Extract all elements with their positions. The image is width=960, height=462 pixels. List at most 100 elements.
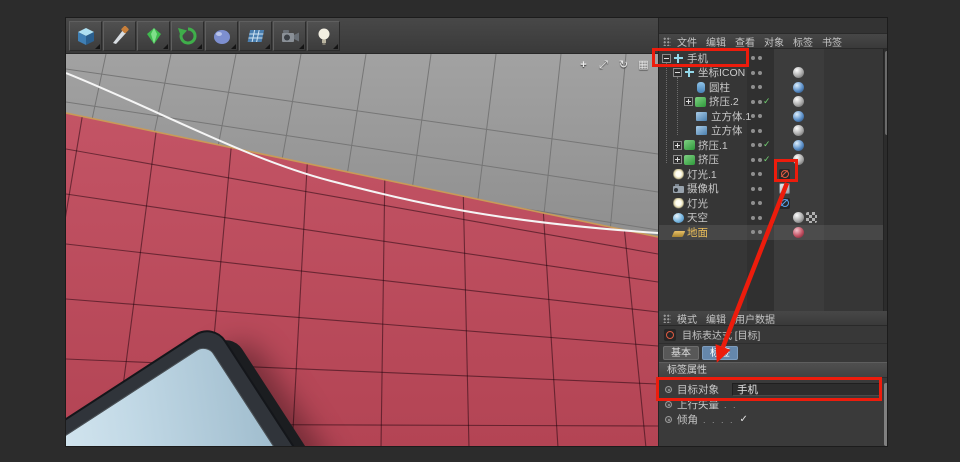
object-row-light-1[interactable]: 灯光.1: [659, 167, 884, 182]
menu-tag[interactable]: 标签: [793, 34, 813, 49]
material-tag-gray[interactable]: [793, 96, 804, 107]
object-label[interactable]: 灯光.1: [687, 167, 717, 182]
visibility-dots[interactable]: [751, 129, 762, 133]
null-object-icon: [684, 67, 695, 78]
object-label[interactable]: 挤压.2: [709, 94, 739, 109]
toggle-view-icon[interactable]: [637, 59, 650, 72]
object-label[interactable]: 手机: [687, 51, 708, 66]
grip-icon[interactable]: [663, 37, 671, 46]
knife-icon: [110, 26, 130, 46]
visibility-dots[interactable]: [751, 143, 762, 147]
visibility-dots[interactable]: [751, 172, 762, 176]
menu-edit[interactable]: 编辑: [706, 311, 726, 326]
gem-tool-icon[interactable]: [137, 21, 170, 51]
menu-object[interactable]: 对象: [764, 34, 784, 49]
material-tag-blue[interactable]: [793, 111, 804, 122]
object-row-floor[interactable]: 地面: [659, 225, 884, 240]
grip-icon[interactable]: [663, 314, 671, 323]
expand-icon[interactable]: [673, 155, 682, 164]
object-label[interactable]: 圆柱: [709, 80, 730, 95]
object-row-extrude[interactable]: 挤压: [659, 153, 884, 168]
visibility-dots[interactable]: [751, 187, 762, 191]
display-tag-icon[interactable]: [779, 183, 790, 194]
menu-user-data[interactable]: 用户数据: [735, 311, 775, 326]
object-label[interactable]: 天空: [687, 210, 708, 225]
visibility-dots[interactable]: [751, 114, 762, 118]
pan-icon[interactable]: [577, 59, 590, 72]
object-row-extrude-1[interactable]: 挤压.1: [659, 138, 884, 153]
object-label[interactable]: 立方体: [711, 123, 743, 138]
tag-properties-header: 标签属性: [659, 362, 888, 378]
material-tag-red[interactable]: [793, 227, 804, 238]
sky-object-icon: [673, 213, 684, 223]
object-label[interactable]: 摄像机: [687, 181, 719, 196]
cinema4d-window: 文件 编辑 查看 对象 标签 书签 手机: [65, 17, 888, 447]
material-tag-blue[interactable]: [793, 82, 804, 93]
light-object-icon: [673, 198, 684, 209]
rotate-icon[interactable]: [617, 59, 630, 72]
zoom-icon[interactable]: [597, 59, 610, 72]
keyframe-circle-icon[interactable]: [665, 416, 672, 423]
menu-edit[interactable]: 编辑: [706, 34, 726, 49]
keyframe-circle-icon[interactable]: [665, 401, 672, 408]
material-tag-blue[interactable]: [793, 140, 804, 151]
object-row-cylinder[interactable]: 圆柱: [659, 80, 884, 95]
object-row-light[interactable]: 灯光: [659, 196, 884, 211]
object-label[interactable]: 挤压: [698, 152, 719, 167]
menu-mode[interactable]: 模式: [677, 311, 697, 326]
attribute-scrollbar[interactable]: [884, 383, 888, 446]
scrollbar-thumb[interactable]: [885, 51, 888, 135]
expand-icon[interactable]: [673, 141, 682, 150]
object-row-extrude-2[interactable]: 挤压.2: [659, 95, 884, 110]
material-tag-gray[interactable]: [793, 154, 804, 165]
material-tag-gray[interactable]: [793, 67, 804, 78]
visibility-dots[interactable]: [751, 201, 762, 205]
cube-tool-icon[interactable]: [69, 21, 102, 51]
expand-icon[interactable]: [684, 97, 693, 106]
visibility-dots[interactable]: [751, 230, 762, 234]
object-label[interactable]: 灯光: [687, 196, 708, 211]
object-row-axis-icon[interactable]: 坐标ICON: [659, 66, 884, 81]
visibility-dots[interactable]: [751, 71, 762, 75]
metaball-tool-icon[interactable]: [205, 21, 238, 51]
object-row-sky[interactable]: 天空: [659, 211, 884, 226]
visibility-dots[interactable]: [751, 216, 762, 220]
knife-tool-icon[interactable]: [103, 21, 136, 51]
leader-dots: . . . .: [703, 415, 735, 425]
cube-object-icon: [696, 126, 707, 135]
material-tag-gray[interactable]: [793, 125, 804, 136]
target-object-field[interactable]: 手机: [732, 383, 882, 396]
plane-tool-icon[interactable]: [239, 21, 272, 51]
target-tag-blue-icon[interactable]: [779, 198, 790, 209]
menu-view[interactable]: 查看: [735, 34, 755, 49]
object-label[interactable]: 立方体.1: [711, 109, 751, 124]
tab-tag[interactable]: 标签: [702, 346, 738, 360]
object-label[interactable]: 坐标ICON: [698, 65, 745, 80]
object-row-cube[interactable]: 立方体: [659, 124, 884, 139]
object-label[interactable]: 地面: [687, 225, 708, 240]
compositing-tag-icon[interactable]: [806, 212, 817, 223]
menu-bookmark[interactable]: 书签: [822, 34, 842, 49]
visibility-dots[interactable]: [751, 100, 762, 104]
collapse-icon[interactable]: [673, 68, 682, 77]
visibility-dots[interactable]: [751, 158, 762, 162]
target-expression-tag-icon[interactable]: [779, 169, 790, 180]
pitch-checkbox[interactable]: ✓: [740, 414, 748, 425]
object-row-cube-1[interactable]: 立方体.1: [659, 109, 884, 124]
pitch-row: 倾角 . . . . ✓: [659, 412, 888, 427]
camera-tool-icon[interactable]: [273, 21, 306, 51]
collapse-icon[interactable]: [662, 54, 671, 63]
menu-file[interactable]: 文件: [677, 34, 697, 49]
visibility-dots[interactable]: [751, 56, 762, 60]
object-row-phone[interactable]: 手机: [659, 51, 884, 66]
recycle-tool-icon[interactable]: [171, 21, 204, 51]
tab-basic[interactable]: 基本: [663, 346, 699, 360]
object-label[interactable]: 挤压.1: [698, 138, 728, 153]
keyframe-circle-icon[interactable]: [665, 386, 672, 393]
viewport-3d[interactable]: [66, 54, 658, 447]
tree-scrollbar[interactable]: [883, 49, 888, 311]
light-tool-icon[interactable]: [307, 21, 340, 51]
object-row-camera[interactable]: 摄像机: [659, 182, 884, 197]
material-tag-gray[interactable]: [793, 212, 804, 223]
visibility-dots[interactable]: [751, 85, 762, 89]
